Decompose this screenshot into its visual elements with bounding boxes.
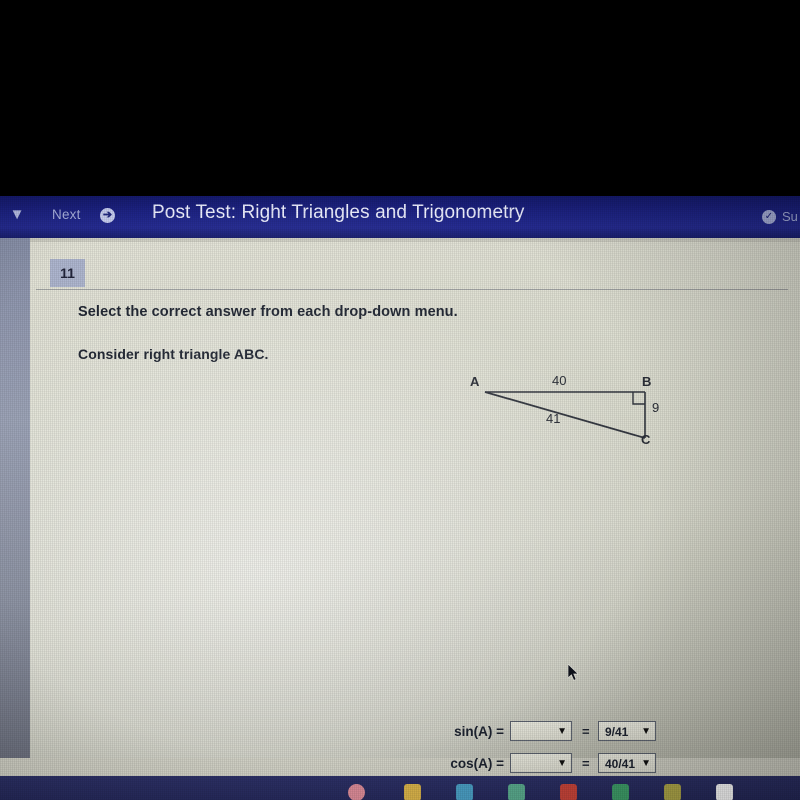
sin-blank-dropdown[interactable]: ▼ bbox=[510, 721, 572, 741]
app-icon-yellow-folder[interactable] bbox=[404, 784, 421, 800]
sin-answer-value: 9/41 bbox=[605, 725, 629, 739]
circle-arrow-right-icon[interactable]: ➔ bbox=[100, 208, 115, 223]
app-icon-green-drive[interactable] bbox=[508, 784, 525, 800]
side-label-bc: 9 bbox=[652, 400, 660, 415]
triangle-figure: A B C 40 41 9 bbox=[430, 370, 680, 455]
chevron-down-icon: ▼ bbox=[641, 758, 651, 769]
header-divider bbox=[36, 289, 788, 290]
chevron-down-icon[interactable]: ▼ bbox=[8, 206, 26, 224]
sin-label: sin(A) = bbox=[454, 724, 504, 739]
question-consider-text: Consider right triangle ABC. bbox=[78, 346, 269, 362]
monitor-photo: ▼ Next ➔ Post Test: Right Triangles and … bbox=[0, 0, 800, 800]
side-label-ab: 40 bbox=[552, 373, 567, 388]
question-number-badge: 11 bbox=[50, 259, 85, 287]
mouse-pointer bbox=[567, 663, 580, 682]
vertex-label-c: C bbox=[641, 432, 651, 447]
app-icon-blue-doc[interactable] bbox=[456, 784, 473, 800]
monitor-bezel-top bbox=[0, 0, 800, 196]
header-next-label[interactable]: Next bbox=[52, 207, 81, 222]
sin-equals-sign: = bbox=[582, 724, 590, 739]
desktop-left-strip bbox=[0, 238, 30, 758]
cos-equals-sign: = bbox=[582, 756, 590, 771]
cos-answer-dropdown[interactable]: 40/41 ▼ bbox=[598, 753, 656, 773]
os-taskbar bbox=[0, 776, 800, 800]
app-icon-green-sheets[interactable] bbox=[612, 784, 629, 800]
chevron-down-icon: ▼ bbox=[557, 758, 567, 769]
screen-area: ▼ Next ➔ Post Test: Right Triangles and … bbox=[0, 196, 800, 800]
app-icon-olive-slides[interactable] bbox=[664, 784, 681, 800]
question-prompt: Select the correct answer from each drop… bbox=[78, 304, 458, 320]
app-icon-gmail[interactable] bbox=[716, 784, 733, 800]
submit-test-label[interactable]: Su bbox=[782, 209, 798, 224]
chevron-down-icon: ▼ bbox=[641, 726, 651, 737]
side-label-ac: 41 bbox=[546, 411, 561, 426]
app-icon-pink-circle[interactable] bbox=[348, 784, 365, 800]
question-card: 11 Select the correct answer from each d… bbox=[30, 242, 800, 773]
vertex-label-a: A bbox=[470, 374, 480, 389]
cos-label: cos(A) = bbox=[450, 756, 504, 771]
page-title: Post Test: Right Triangles and Trigonome… bbox=[152, 202, 525, 223]
cos-blank-dropdown[interactable]: ▼ bbox=[510, 753, 572, 773]
cos-answer-value: 40/41 bbox=[605, 757, 636, 771]
app-header: ▼ Next ➔ Post Test: Right Triangles and … bbox=[0, 196, 800, 238]
sin-answer-dropdown[interactable]: 9/41 ▼ bbox=[598, 721, 656, 741]
chevron-down-icon: ▼ bbox=[557, 726, 567, 737]
app-icon-red-play[interactable] bbox=[560, 784, 577, 800]
check-circle-icon[interactable]: ✓ bbox=[762, 210, 776, 224]
vertex-label-b: B bbox=[642, 374, 652, 389]
